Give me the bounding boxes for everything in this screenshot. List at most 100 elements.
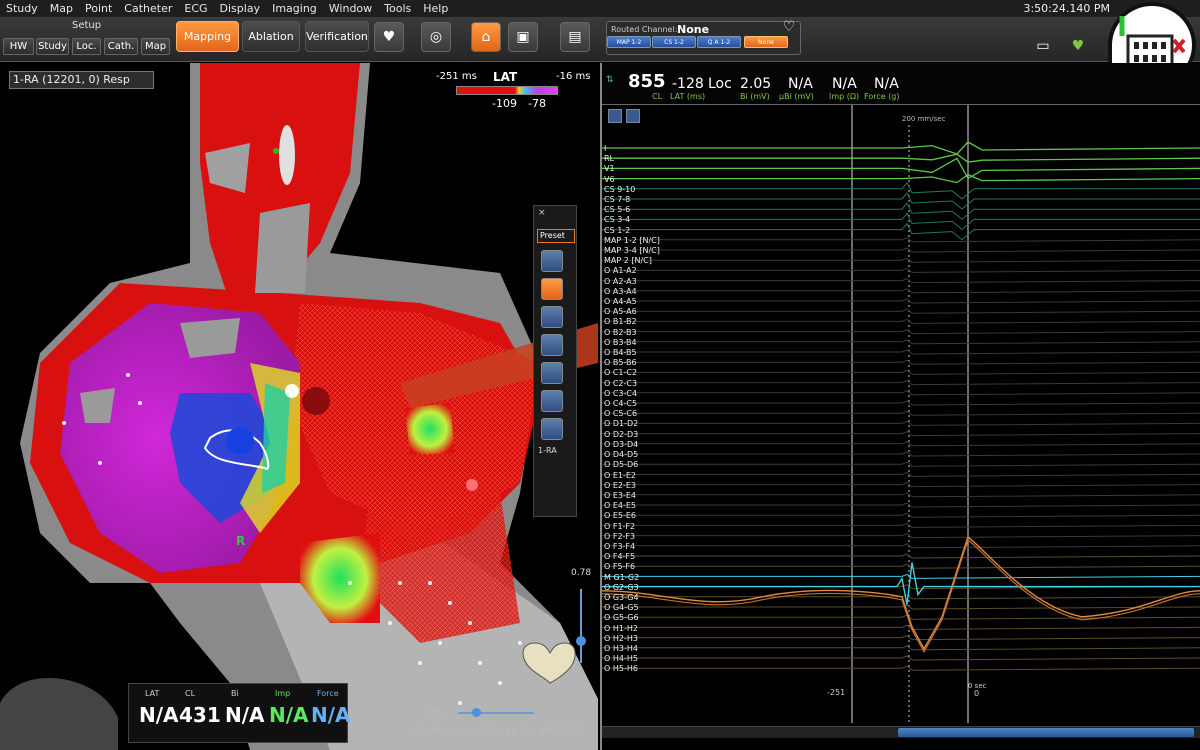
lead-label[interactable]: O C2-C3 (604, 379, 684, 389)
lead-label[interactable]: V6 (604, 175, 684, 185)
camera-icon[interactable]: ▣ (508, 22, 538, 52)
lead-label[interactable]: I (604, 144, 684, 154)
lead-label[interactable]: O D5-D6 (604, 460, 684, 470)
lead-label[interactable]: O G5-G6 (604, 613, 684, 623)
lead-label[interactable]: MAP 1-2 [N/C] (604, 236, 684, 246)
lead-label[interactable]: O B1-B2 (604, 317, 684, 327)
sort-icon[interactable]: ⇅ (606, 75, 614, 85)
view-rao-button[interactable]: RAO (478, 727, 497, 737)
lead-label[interactable]: O H5-H6 (604, 664, 684, 674)
palette-close-icon[interactable]: × (538, 208, 546, 218)
view-ll-button[interactable]: LL (506, 727, 516, 737)
lead-label[interactable]: CS 3-4 (604, 215, 684, 225)
setup-hw-button[interactable]: HW (3, 38, 34, 55)
view-lao-button[interactable]: LAO (450, 727, 468, 737)
menu-study[interactable]: Study (0, 2, 44, 15)
heart-icon[interactable]: ♡ (775, 17, 803, 37)
lead-label[interactable]: O C1-C2 (604, 368, 684, 378)
lead-label[interactable]: O G3-G4 (604, 593, 684, 603)
mode-ablation-button[interactable]: Ablation (242, 21, 300, 52)
lead-label[interactable]: O B3-B4 (604, 338, 684, 348)
lead-label[interactable]: O C5-C6 (604, 409, 684, 419)
lead-label[interactable]: O H2-H3 (604, 634, 684, 644)
lead-label[interactable]: O A2-A3 (604, 277, 684, 287)
lead-label[interactable]: O B4-B5 (604, 348, 684, 358)
palette-tool-7-icon[interactable] (541, 418, 563, 440)
menu-help[interactable]: Help (417, 2, 454, 15)
ecg-scrollbar[interactable] (602, 726, 1200, 738)
lead-label[interactable]: O D3-D4 (604, 440, 684, 450)
lat-color-bar[interactable] (456, 86, 558, 95)
lead-label[interactable]: V1 (604, 164, 684, 174)
menu-window[interactable]: Window (323, 2, 378, 15)
lead-label[interactable]: O D4-D5 (604, 450, 684, 460)
view-pa-button[interactable]: PA (430, 727, 441, 737)
palette-tool-5-icon[interactable] (541, 362, 563, 384)
lead-label[interactable]: O H3-H4 (604, 644, 684, 654)
lead-label[interactable]: O F2-F3 (604, 532, 684, 542)
palette-preset-select[interactable]: Preset (537, 229, 575, 243)
zoom-tool-icon[interactable] (608, 109, 622, 123)
view-inf-button[interactable]: INF (540, 727, 555, 737)
ecg-scrollbar-thumb[interactable] (898, 728, 1194, 737)
palette-footer[interactable]: 1-RA (538, 446, 557, 455)
palette-tool-4-icon[interactable] (541, 334, 563, 356)
lead-label[interactable]: RL (604, 154, 684, 164)
view-rl-button[interactable]: RL (522, 727, 533, 737)
lead-label[interactable]: MAP 2 [N/C] (604, 256, 684, 266)
settings-tool-icon[interactable] (626, 109, 640, 123)
menu-point[interactable]: Point (79, 2, 118, 15)
lead-label[interactable]: O A4-A5 (604, 297, 684, 307)
lead-label[interactable]: O E4-E5 (604, 501, 684, 511)
lead-label[interactable]: CS 1-2 (604, 226, 684, 236)
lead-label[interactable]: O H4-H5 (604, 654, 684, 664)
heartbeat-icon[interactable]: ♥ (1065, 35, 1091, 57)
menu-ecg[interactable]: ECG (178, 2, 213, 15)
anatomy-map-viewport[interactable]: 1-RA (12201, 0) Resp -251 ms LAT -16 ms … (0, 63, 598, 750)
setup-study-button[interactable]: Study (36, 38, 69, 55)
heart-settings-icon[interactable]: ♥ (374, 22, 404, 52)
palette-tool-6-icon[interactable] (541, 390, 563, 412)
palette-tool-1-icon[interactable] (541, 250, 563, 272)
view-ap-button[interactable]: AP (410, 727, 422, 737)
lead-label[interactable]: O C4-C5 (604, 399, 684, 409)
setup-map-button[interactable]: Map (141, 38, 170, 55)
lead-label[interactable]: O E1-E2 (604, 471, 684, 481)
zoom-slider-handle[interactable] (472, 708, 481, 717)
routed-chip-2[interactable]: Q A 1-2 (697, 36, 741, 48)
mode-verification-button[interactable]: Verification (305, 21, 369, 52)
lead-label[interactable]: O H1-H2 (604, 624, 684, 634)
lead-label[interactable]: O D2-D3 (604, 430, 684, 440)
lead-label[interactable]: O C3-C4 (604, 389, 684, 399)
monitor-icon[interactable]: ▭ (1030, 35, 1056, 57)
routed-chip-3[interactable]: None (744, 36, 788, 48)
menu-catheter[interactable]: Catheter (118, 2, 178, 15)
zoom-slider[interactable] (458, 712, 534, 714)
map-select-dropdown[interactable]: 1-RA (12201, 0) Resp (9, 71, 154, 89)
palette-tool-3-icon[interactable] (541, 306, 563, 328)
lead-label[interactable]: O A5-A6 (604, 307, 684, 317)
setup-loc-button[interactable]: Loc. (72, 38, 101, 55)
screens-icon[interactable]: ▤ (560, 22, 590, 52)
lead-label[interactable]: O G2-G3 (604, 583, 684, 593)
routed-chip-1[interactable]: CS 1-2 (652, 36, 696, 48)
menu-map[interactable]: Map (44, 2, 79, 15)
catheter-icon[interactable]: ⌂ (471, 22, 501, 52)
mode-mapping-button[interactable]: Mapping (176, 21, 239, 52)
dial-icon[interactable]: ◎ (421, 22, 451, 52)
lead-label[interactable]: M G1-G2 (604, 573, 684, 583)
lead-label[interactable]: O F1-F2 (604, 522, 684, 532)
palette-tool-2-icon[interactable] (541, 278, 563, 300)
lead-label[interactable]: O A1-A2 (604, 266, 684, 276)
lead-label[interactable]: O A3-A4 (604, 287, 684, 297)
lead-label[interactable]: O E5-E6 (604, 511, 684, 521)
menu-display[interactable]: Display (214, 2, 267, 15)
lead-label[interactable]: CS 7-8 (604, 195, 684, 205)
lead-label[interactable]: O B5-B6 (604, 358, 684, 368)
routed-chip-0[interactable]: MAP 1-2 (607, 36, 651, 48)
setup-cath-button[interactable]: Cath. (104, 38, 138, 55)
lead-label[interactable]: O G4-G5 (604, 603, 684, 613)
menu-tools[interactable]: Tools (378, 2, 417, 15)
lead-label[interactable]: O D1-D2 (604, 419, 684, 429)
lead-label[interactable]: CS 9-10 (604, 185, 684, 195)
